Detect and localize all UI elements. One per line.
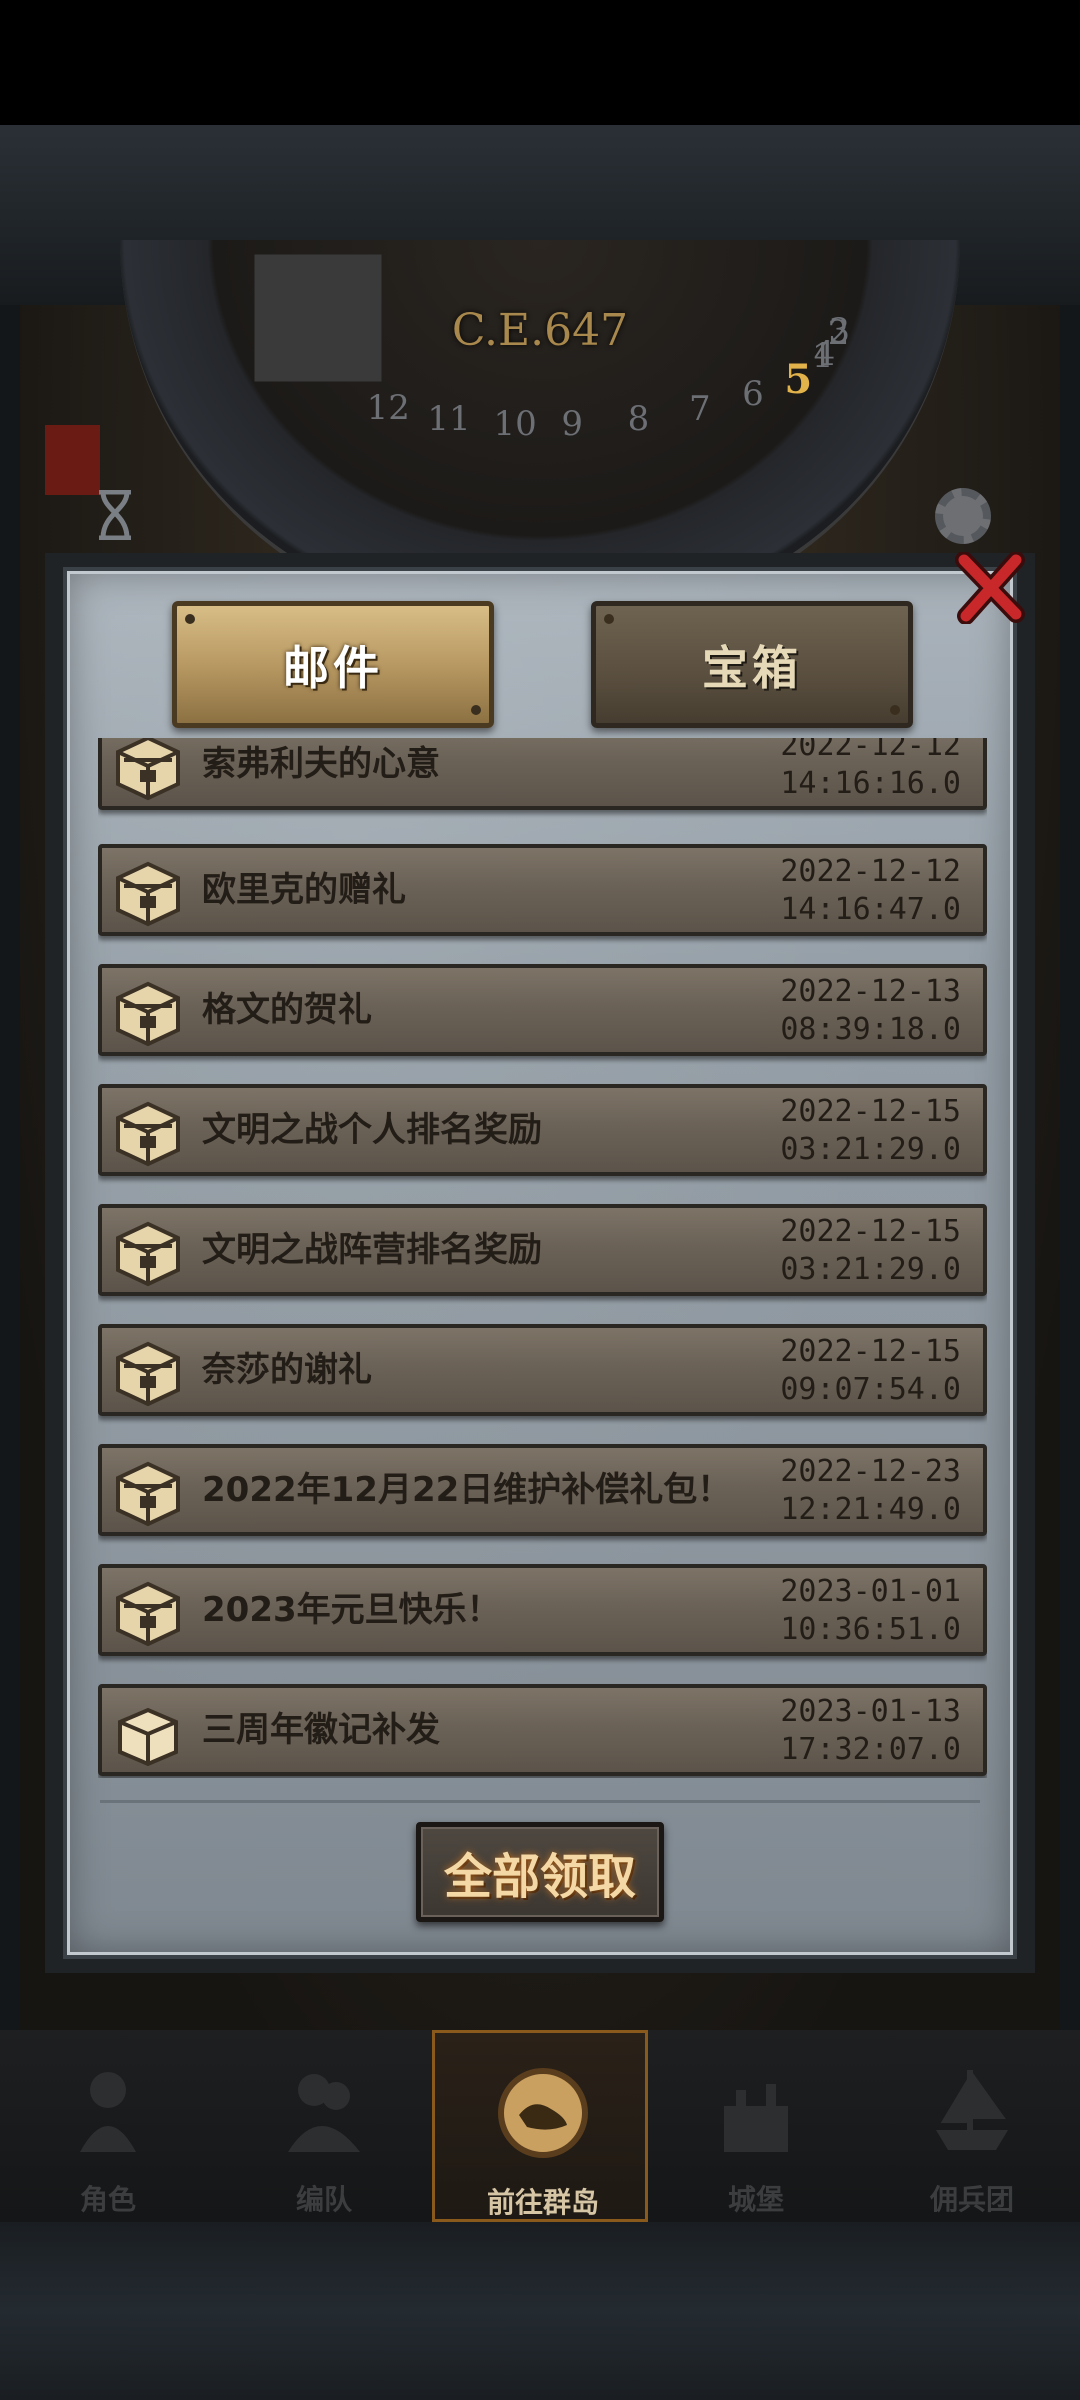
nav-item[interactable]: 角色: [0, 2030, 216, 2222]
nav-item[interactable]: 佣兵团: [864, 2030, 1080, 2222]
mail-item[interactable]: 2022年12月22日维护补偿礼包！ 2022-12-23 12:21:49.0: [98, 1444, 987, 1536]
mail-date: 2022-12-12: [780, 738, 961, 763]
nav-item[interactable]: 前往群岛: [432, 2030, 648, 2222]
bottom-nav: 角色 编队 前往群岛 城堡 佣兵团: [0, 2030, 1080, 2222]
castle-icon: [724, 2084, 788, 2152]
clock-number: 12: [366, 388, 410, 429]
chest-icon: [116, 981, 180, 1047]
clock-number: 5: [784, 355, 813, 403]
nav-item[interactable]: 城堡: [648, 2030, 864, 2222]
tab-mail-label: 邮件: [283, 640, 383, 695]
chest-open-icon: [118, 1707, 178, 1767]
hourglass-icon[interactable]: [95, 490, 135, 540]
mail-date: 2022-12-15: [780, 1094, 961, 1129]
nav-label: 前往群岛: [486, 2186, 599, 2219]
mail-item[interactable]: 索弗利夫的心意 2022-12-12 14:16:16.0: [98, 738, 987, 810]
nav-label: 编队: [295, 2183, 352, 2216]
mail-time: 12:21:49.0: [780, 1492, 961, 1527]
mail-title: 索弗利夫的心意: [202, 744, 440, 784]
mail-item[interactable]: 2023年元旦快乐！ 2023-01-01 10:36:51.0: [98, 1564, 987, 1656]
mail-title: 奈莎的谢礼: [202, 1350, 372, 1390]
mail-date: 2022-12-15: [780, 1214, 961, 1249]
squad-icon: [288, 2074, 360, 2152]
clock-number: 11: [427, 398, 471, 439]
tab-chest-label: 宝箱: [702, 640, 802, 695]
chest-icon: [116, 738, 180, 801]
chest-icon: [116, 1341, 180, 1407]
mail-item[interactable]: 奈莎的谢礼 2022-12-15 09:07:54.0: [98, 1324, 987, 1416]
mail-date: 2022-12-23: [780, 1454, 961, 1489]
mail-title: 欧里克的赠礼: [202, 870, 406, 910]
mail-time: 14:16:47.0: [780, 892, 961, 927]
island-map-icon: [498, 2068, 588, 2158]
era-label: C.E.647: [451, 305, 629, 356]
nav-label: 佣兵团: [929, 2183, 1014, 2216]
ship-icon: [936, 2070, 1008, 2150]
mail-time: 03:21:29.0: [780, 1132, 961, 1167]
bottom-system-bar: [0, 2222, 1080, 2400]
mail-date: 2022-12-15: [780, 1334, 961, 1369]
mail-time: 08:39:18.0: [780, 1012, 961, 1047]
clock-number: 7: [688, 389, 711, 430]
clock-number: 9: [561, 404, 583, 445]
side-banner: [45, 425, 100, 495]
clock-number: 4: [813, 334, 836, 375]
nav-item[interactable]: 编队: [216, 2030, 432, 2222]
nav-label: 城堡: [727, 2183, 784, 2216]
clock-number: 6: [742, 374, 764, 415]
mail-item[interactable]: 文明之战个人排名奖励 2022-12-15 03:21:29.0: [98, 1084, 987, 1176]
close-icon: [955, 552, 1025, 624]
close-button[interactable]: [950, 548, 1030, 628]
chest-icon: [116, 1461, 180, 1527]
mail-title: 三周年徽记补发: [202, 1710, 440, 1750]
mail-list[interactable]: 索弗利夫的心意 2022-12-12 14:16:16.0 欧里克的赠礼 2022-12…: [98, 738, 987, 1778]
mail-item[interactable]: 文明之战阵营排名奖励 2022-12-15 03:21:29.0: [98, 1204, 987, 1296]
mail-time: 14:16:16.0: [780, 766, 961, 801]
mail-time: 17:32:07.0: [780, 1732, 961, 1767]
list-divider: [100, 1800, 980, 1803]
mail-item[interactable]: 格文的贺礼 2022-12-13 08:39:18.0: [98, 964, 987, 1056]
mail-title: 文明之战个人排名奖励: [202, 1110, 542, 1150]
mail-time: 10:36:51.0: [780, 1612, 961, 1647]
chest-icon: [116, 1581, 180, 1647]
gear-icon[interactable]: [935, 488, 991, 544]
mail-title: 格文的贺礼: [202, 990, 372, 1030]
chest-icon: [116, 1101, 180, 1167]
clock-number: 8: [627, 399, 650, 440]
mail-date: 2022-12-12: [780, 854, 961, 889]
mail-time: 03:21:29.0: [780, 1252, 961, 1287]
mail-time: 09:07:54.0: [780, 1372, 961, 1407]
clock-number: 10: [493, 404, 537, 445]
tab-chest[interactable]: 宝箱: [591, 601, 913, 728]
chest-icon: [116, 861, 180, 927]
tab-mail[interactable]: 邮件: [172, 601, 494, 728]
mail-date: 2023-01-01: [780, 1574, 961, 1609]
mail-title: 文明之战阵营排名奖励: [202, 1230, 542, 1270]
mail-date: 2022-12-13: [780, 974, 961, 1009]
chest-icon: [116, 1221, 180, 1287]
knight-icon: [80, 2072, 136, 2152]
mail-date: 2023-01-13: [780, 1694, 961, 1729]
nav-label: 角色: [79, 2183, 136, 2216]
mail-item[interactable]: 欧里克的赠礼 2022-12-12 14:16:47.0: [98, 844, 987, 936]
mail-item[interactable]: 三周年徽记补发 2023-01-13 17:32:07.0: [98, 1684, 987, 1776]
status-bar-area: [0, 0, 1080, 125]
claim-all-button[interactable]: 全部领取: [416, 1822, 664, 1922]
mail-title: 2022年12月22日维护补偿礼包！: [202, 1470, 732, 1510]
mail-title: 2023年元旦快乐！: [202, 1590, 501, 1630]
